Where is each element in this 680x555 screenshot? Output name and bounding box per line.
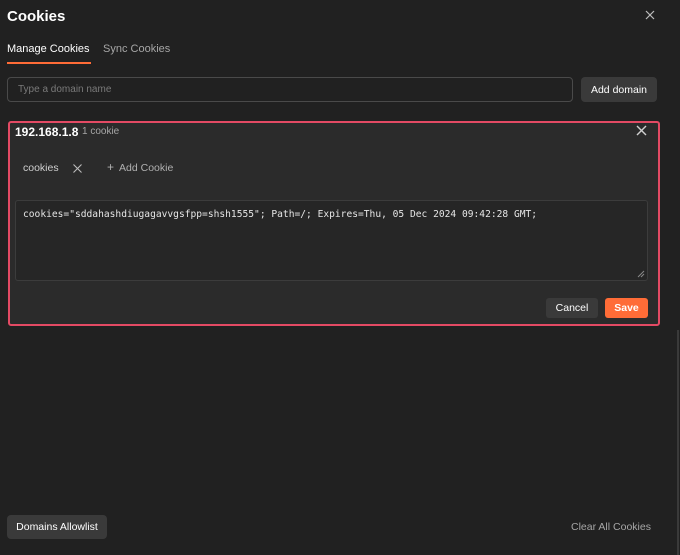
plus-icon: +: [107, 160, 115, 174]
save-button[interactable]: Save: [605, 298, 648, 318]
add-domain-button[interactable]: Add domain: [581, 77, 657, 102]
cookie-tab[interactable]: cookies: [23, 162, 59, 174]
cancel-button[interactable]: Cancel: [546, 298, 598, 318]
cookie-string: cookies="sddahashdiugagavvgsfpp=shsh1555…: [23, 209, 538, 220]
resize-grip-icon[interactable]: [637, 270, 645, 278]
add-cookie-button[interactable]: + Add Cookie: [107, 160, 173, 174]
tab-sync-cookies[interactable]: Sync Cookies: [103, 43, 170, 55]
cookie-count: 1 cookie: [82, 126, 120, 137]
domains-allowlist-button[interactable]: Domains Allowlist: [7, 515, 107, 539]
add-cookie-label: Add Cookie: [119, 162, 174, 174]
tab-manage-cookies[interactable]: Manage Cookies: [7, 43, 91, 64]
domain-name: 192.168.1.8: [15, 125, 79, 139]
delete-domain-icon[interactable]: [635, 124, 648, 137]
cookies-modal: Cookies Manage Cookies Sync Cookies Add …: [0, 0, 680, 555]
cookie-editor[interactable]: cookies="sddahashdiugagavvgsfpp=shsh1555…: [15, 200, 648, 281]
scrollbar[interactable]: [677, 330, 679, 555]
modal-title: Cookies: [7, 8, 66, 25]
close-icon[interactable]: [643, 8, 657, 22]
remove-cookie-icon[interactable]: [72, 161, 83, 173]
clear-all-cookies-button[interactable]: Clear All Cookies: [571, 521, 651, 533]
domain-search-input[interactable]: [7, 77, 573, 102]
